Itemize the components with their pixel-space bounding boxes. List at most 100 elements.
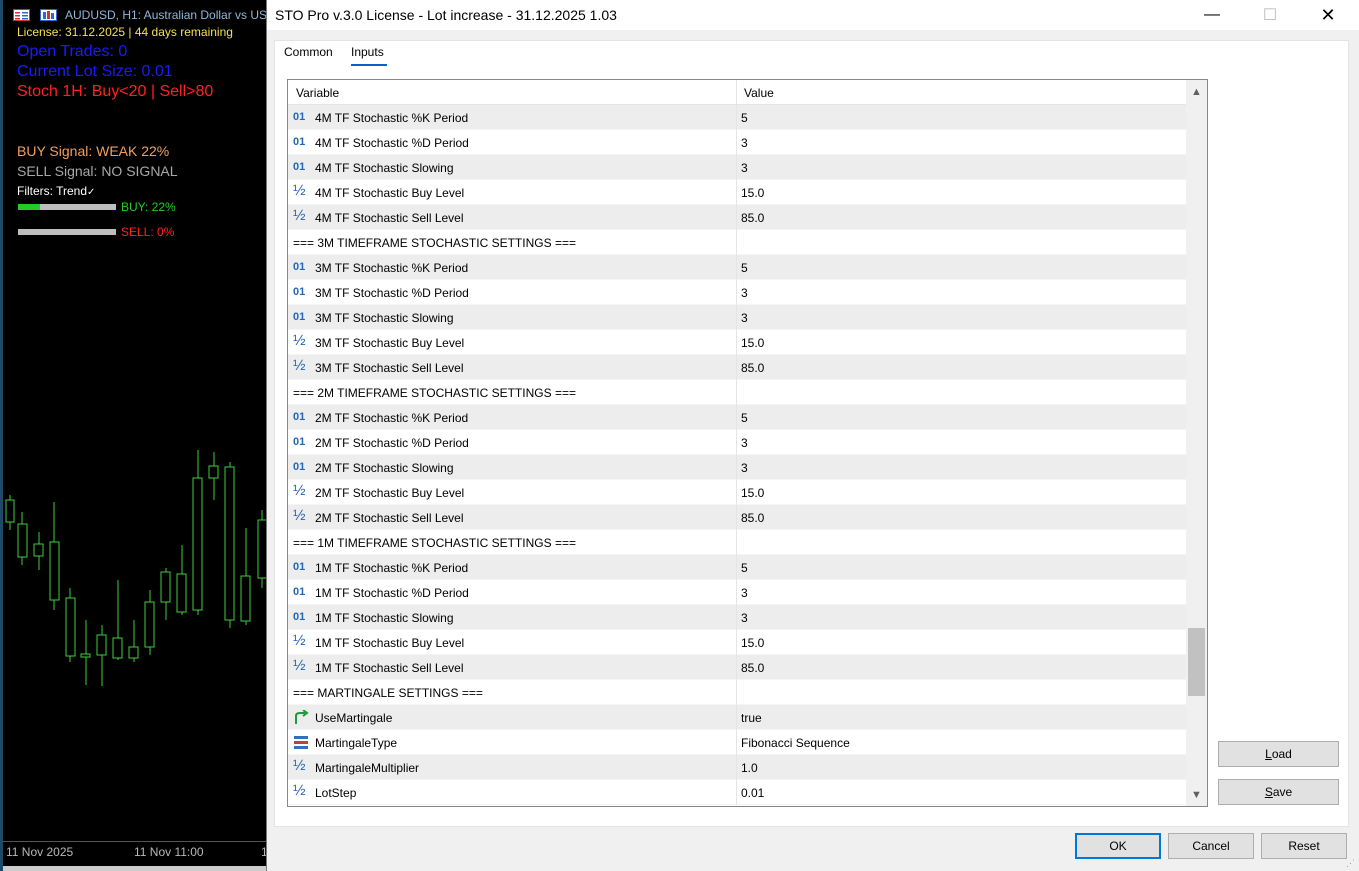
column-variable[interactable]: Variable <box>296 86 339 100</box>
integer-type-icon: 01 <box>293 561 306 573</box>
ok-button[interactable]: OK <box>1075 833 1161 859</box>
vertical-scrollbar[interactable]: ▲ ▼ <box>1186 80 1207 806</box>
cell-divider <box>736 155 737 180</box>
variable-value[interactable]: 1.0 <box>741 761 758 775</box>
input-row[interactable]: ½ 2M TF Stochastic Buy Level 15.0 <box>288 480 1186 505</box>
variable-value[interactable]: 3 <box>741 136 748 150</box>
variable-name: LotStep <box>315 786 357 800</box>
grid-header: Variable Value <box>288 80 1186 105</box>
variable-value[interactable]: 3 <box>741 286 748 300</box>
input-row[interactable]: 01 2M TF Stochastic %K Period 5 <box>288 405 1186 430</box>
variable-value[interactable]: 3 <box>741 436 748 450</box>
input-row[interactable]: ½ LotStep 0.01 <box>288 780 1186 805</box>
cancel-button[interactable]: Cancel <box>1168 833 1254 859</box>
scroll-thumb[interactable] <box>1188 628 1205 696</box>
variable-value[interactable]: 15.0 <box>741 636 764 650</box>
price-chart[interactable]: AUDUSD, H1: Australian Dollar vs US Lice… <box>0 0 269 871</box>
variable-value[interactable]: 3 <box>741 611 748 625</box>
variable-value[interactable]: 0.01 <box>741 786 764 800</box>
variable-value[interactable]: 3 <box>741 311 748 325</box>
minimize-button[interactable]: — <box>1183 0 1241 30</box>
variable-value[interactable]: 85.0 <box>741 211 764 225</box>
input-row[interactable]: 01 3M TF Stochastic %D Period 3 <box>288 280 1186 305</box>
section-header-row[interactable]: === 1M TIMEFRAME STOCHASTIC SETTINGS === <box>288 530 1186 555</box>
section-header-row[interactable]: === 2M TIMEFRAME STOCHASTIC SETTINGS === <box>288 380 1186 405</box>
variable-name: === 1M TIMEFRAME STOCHASTIC SETTINGS === <box>293 536 576 550</box>
cell-divider <box>736 605 737 630</box>
integer-type-icon: 01 <box>293 286 306 298</box>
input-row[interactable]: 01 4M TF Stochastic %D Period 3 <box>288 130 1186 155</box>
scroll-down-icon[interactable]: ▼ <box>1186 785 1207 805</box>
cell-divider <box>736 255 737 280</box>
input-row[interactable]: 01 2M TF Stochastic Slowing 3 <box>288 455 1186 480</box>
chart-menu-icon[interactable] <box>13 9 30 21</box>
save-button[interactable]: Save <box>1218 779 1339 805</box>
tab-common[interactable]: Common <box>284 45 333 59</box>
input-row[interactable]: ½ MartingaleMultiplier 1.0 <box>288 755 1186 780</box>
variable-value[interactable]: 3 <box>741 461 748 475</box>
expert-icon[interactable] <box>40 9 57 21</box>
maximize-button[interactable]: ☐ <box>1241 0 1299 30</box>
tab-inputs[interactable]: Inputs <box>351 45 384 59</box>
section-header-row[interactable]: === MARTINGALE SETTINGS === <box>288 680 1186 705</box>
variable-value[interactable]: 15.0 <box>741 336 764 350</box>
input-row[interactable]: 01 2M TF Stochastic %D Period 3 <box>288 430 1186 455</box>
input-row[interactable]: ½ 3M TF Stochastic Buy Level 15.0 <box>288 330 1186 355</box>
section-header-row[interactable]: === 3M TIMEFRAME STOCHASTIC SETTINGS === <box>288 230 1186 255</box>
integer-type-icon: 01 <box>293 411 306 423</box>
variable-name: UseMartingale <box>315 711 393 725</box>
buy-strength-bar <box>18 204 116 210</box>
input-row[interactable]: 01 1M TF Stochastic %K Period 5 <box>288 555 1186 580</box>
variable-value[interactable]: 3 <box>741 586 748 600</box>
candle <box>96 634 107 656</box>
input-row[interactable]: ½ 3M TF Stochastic Sell Level 85.0 <box>288 355 1186 380</box>
input-row[interactable]: 01 3M TF Stochastic Slowing 3 <box>288 305 1186 330</box>
input-row[interactable]: 01 4M TF Stochastic Slowing 3 <box>288 155 1186 180</box>
cell-divider <box>736 730 737 755</box>
double-type-icon: ½ <box>293 657 306 674</box>
load-button[interactable]: Load <box>1218 741 1339 767</box>
candlesticks <box>5 450 268 686</box>
variable-value[interactable]: 5 <box>741 261 748 275</box>
variable-value[interactable]: 5 <box>741 111 748 125</box>
input-row[interactable]: ½ 4M TF Stochastic Sell Level 85.0 <box>288 205 1186 230</box>
scroll-up-icon[interactable]: ▲ <box>1186 82 1207 102</box>
variable-value[interactable]: 85.0 <box>741 361 764 375</box>
variable-value[interactable]: 3 <box>741 161 748 175</box>
input-row[interactable]: MartingaleType Fibonacci Sequence <box>288 730 1186 755</box>
close-button[interactable]: ✕ <box>1299 0 1357 30</box>
candle <box>240 575 251 622</box>
load-button-mnemonic: L <box>1265 747 1272 761</box>
input-row[interactable]: 01 4M TF Stochastic %K Period 5 <box>288 105 1186 130</box>
input-row[interactable]: 01 3M TF Stochastic %K Period 5 <box>288 255 1186 280</box>
candle <box>144 601 155 648</box>
variable-value[interactable]: 5 <box>741 411 748 425</box>
input-row[interactable]: ½ 1M TF Stochastic Sell Level 85.0 <box>288 655 1186 680</box>
input-row[interactable]: 01 1M TF Stochastic Slowing 3 <box>288 605 1186 630</box>
variable-name: 2M TF Stochastic Sell Level <box>315 511 464 525</box>
input-row[interactable]: UseMartingale true <box>288 705 1186 730</box>
variable-value[interactable]: 85.0 <box>741 661 764 675</box>
input-row[interactable]: ½ 1M TF Stochastic Buy Level 15.0 <box>288 630 1186 655</box>
variable-value[interactable]: 15.0 <box>741 186 764 200</box>
reset-button[interactable]: Reset <box>1261 833 1347 859</box>
variable-value[interactable]: 5 <box>741 561 748 575</box>
input-row[interactable]: 01 1M TF Stochastic %D Period 3 <box>288 580 1186 605</box>
input-row[interactable]: ½ 2M TF Stochastic Sell Level 85.0 <box>288 505 1186 530</box>
variable-value[interactable]: 15.0 <box>741 486 764 500</box>
variable-value[interactable]: 85.0 <box>741 511 764 525</box>
variable-name: 4M TF Stochastic Buy Level <box>315 186 465 200</box>
close-icon: ✕ <box>1320 4 1336 25</box>
column-value[interactable]: Value <box>744 86 774 100</box>
variable-value[interactable]: true <box>741 711 762 725</box>
input-rows: 01 4M TF Stochastic %K Period 5 01 4M TF Sto… <box>288 105 1186 805</box>
candle <box>112 637 123 659</box>
column-divider[interactable] <box>736 80 737 105</box>
title-bar[interactable]: STO Pro v.3.0 License - Lot increase - 3… <box>267 0 1359 30</box>
cell-divider <box>736 530 737 555</box>
input-row[interactable]: ½ 4M TF Stochastic Buy Level 15.0 <box>288 180 1186 205</box>
variable-value[interactable]: Fibonacci Sequence <box>741 736 850 750</box>
variable-name: 2M TF Stochastic %K Period <box>315 411 469 425</box>
resize-grip-icon[interactable]: ⋰ <box>1346 858 1356 868</box>
variable-name: 3M TF Stochastic Buy Level <box>315 336 465 350</box>
